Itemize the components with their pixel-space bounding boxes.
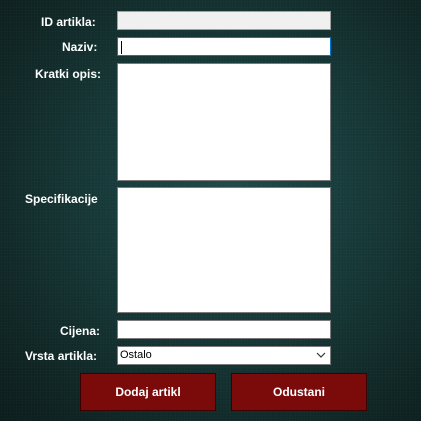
chevron-down-icon [316,352,326,358]
name-label: Naziv: [62,40,98,54]
id-label: ID artikla: [41,15,96,29]
price-field[interactable] [117,320,331,339]
item-type-select[interactable]: Ostalo [117,346,331,365]
short-description-textarea[interactable] [117,63,331,181]
specifications-label: Specifikacije [25,192,98,206]
item-type-selected-value: Ostalo [120,349,152,361]
cancel-button[interactable]: Odustani [231,373,367,411]
name-field[interactable] [117,37,331,56]
add-item-button[interactable]: Dodaj artikl [80,373,216,411]
specifications-textarea[interactable] [117,187,331,313]
item-type-label: Vrsta artikla: [25,349,98,363]
price-label: Cijena: [60,324,101,338]
text-caret [121,41,122,54]
short-description-label: Kratki opis: [35,67,102,81]
id-field [117,11,331,30]
